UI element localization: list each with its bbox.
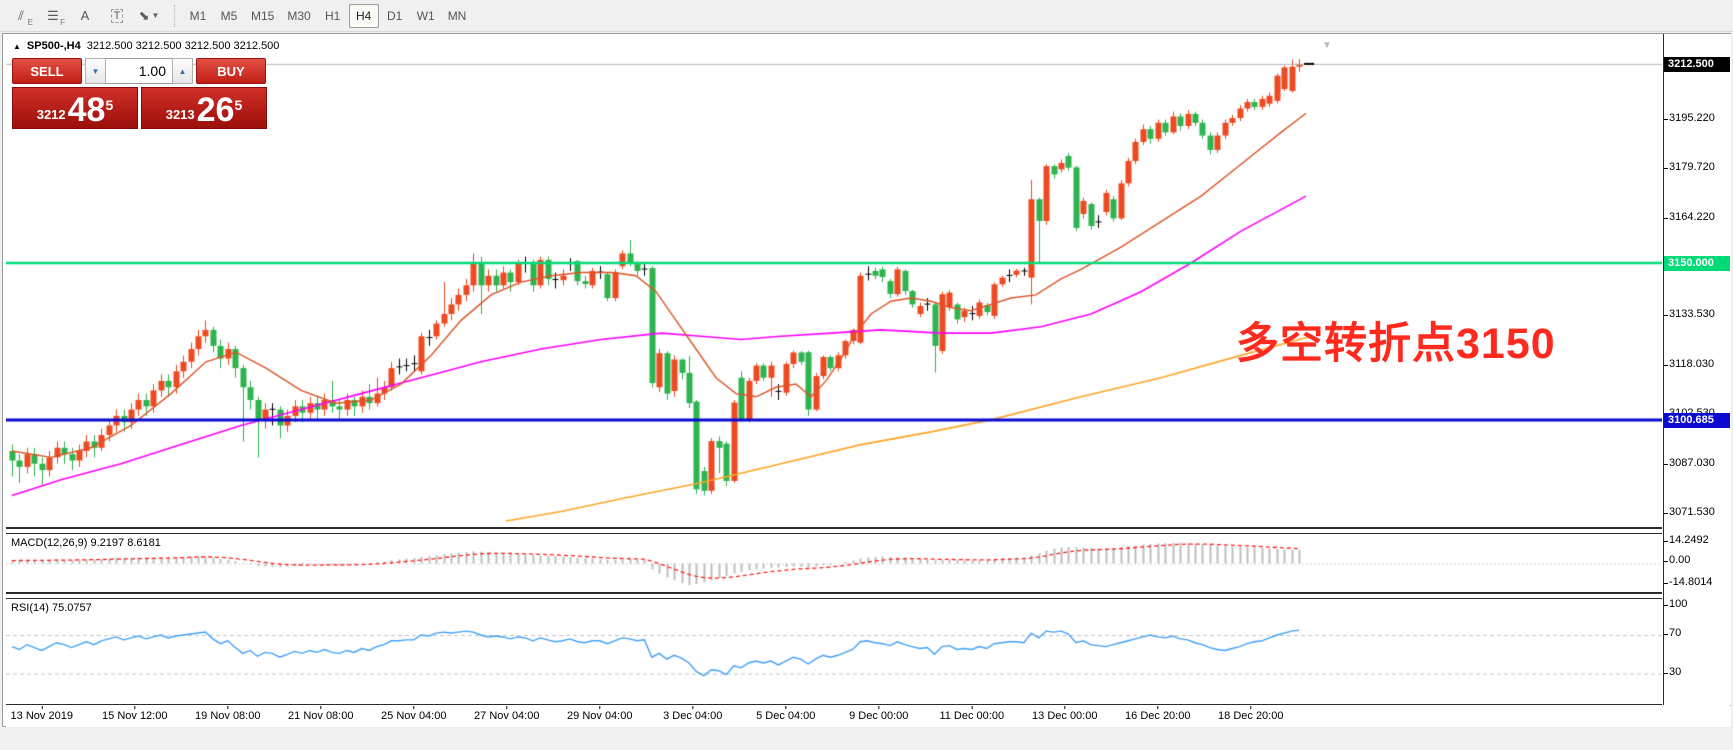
time-tick-label: 21 Nov 08:00 <box>288 710 353 722</box>
rsi-canvas[interactable] <box>6 599 1662 704</box>
time-tick-label: 9 Dec 00:00 <box>849 710 908 722</box>
time-tick-label: 11 Dec 00:00 <box>939 710 1004 722</box>
rsi-scale-label: 70 <box>1669 627 1681 639</box>
current-price-badge: 3212.500 <box>1664 57 1730 72</box>
timeframe-button-d1[interactable]: D1 <box>380 4 410 28</box>
timeframe-button-m1[interactable]: M1 <box>183 4 213 28</box>
rsi-scale-label: 100 <box>1669 598 1687 610</box>
volume-input[interactable] <box>106 58 172 84</box>
time-tick-label: 19 Nov 08:00 <box>195 710 260 722</box>
fibonacci-icon[interactable]: ☰F <box>38 4 68 28</box>
price-axis[interactable]: 3210.7203195.2203179.7203164.2203148.720… <box>1663 34 1731 705</box>
time-tick-label: 13 Dec 00:00 <box>1032 710 1097 722</box>
timeframe-button-mn[interactable]: MN <box>442 4 473 28</box>
price-tick-label: 3133.530 <box>1669 308 1715 320</box>
macd-scale-label: 0.00 <box>1669 554 1690 566</box>
sell-price-panel[interactable]: 3212 48 5 <box>12 87 138 129</box>
window-bottom-strip <box>0 728 1733 750</box>
rsi-label: RSI(14) 75.0757 <box>11 602 92 614</box>
rsi-scale-label: 30 <box>1669 666 1681 678</box>
time-tick-label: 13 Nov 2019 <box>11 710 73 722</box>
chart-title: ▲ SP500-,H4 3212.500 3212.500 3212.500 3… <box>13 40 279 52</box>
time-tick-label: 5 Dec 04:00 <box>756 710 815 722</box>
arrows-tool-icon[interactable]: ⬊▼ <box>134 4 164 28</box>
symbol-label: SP500-,H4 <box>27 40 81 52</box>
buy-button[interactable]: BUY <box>196 58 266 84</box>
toolbar-separator <box>174 5 175 27</box>
macd-label: MACD(12,26,9) 9.2197 8.6181 <box>11 537 161 549</box>
text-t-glyph: T <box>111 9 124 23</box>
chart-annotation-text: 多空转折点3150 <box>1236 309 1556 371</box>
time-tick-label: 3 Dec 04:00 <box>663 710 722 722</box>
arrows-glyph: ⬊ <box>139 8 150 24</box>
sell-price-big: 48 <box>68 95 106 125</box>
ohlc-quotes: 3212.500 3212.500 3212.500 3212.500 <box>87 40 280 52</box>
chart-window: ▲ SP500-,H4 3212.500 3212.500 3212.500 3… <box>2 33 1731 727</box>
text-box-icon[interactable]: T <box>102 4 132 28</box>
timeframe-button-h4[interactable]: H4 <box>349 4 379 28</box>
fibo-sub-label: F <box>60 18 65 27</box>
volume-decrease-button[interactable]: ▼ <box>85 58 106 84</box>
text-a-glyph: A <box>81 8 90 23</box>
price-tick-label: 3164.220 <box>1669 211 1715 223</box>
fibo-glyph: ☰ <box>47 8 59 24</box>
one-click-trading-panel: SELL ▼ ▲ BUY 3212 48 5 3213 26 5 <box>12 58 268 129</box>
timeframe-button-group: M1M5M15M30H1H4D1W1MN <box>183 4 473 28</box>
volume-increase-button[interactable]: ▲ <box>172 58 193 84</box>
buy-price-panel[interactable]: 3213 26 5 <box>141 87 267 129</box>
rsi-indicator-pane[interactable]: RSI(14) 75.0757 <box>6 598 1662 705</box>
support-price-badge: 3100.685 <box>1664 413 1730 428</box>
trading-terminal: { "toolbar": { "tools": [ {"name":"equid… <box>0 0 1733 750</box>
macd-scale-label: -14.8014 <box>1669 576 1712 588</box>
sell-price-sup: 5 <box>105 88 113 122</box>
channel-sub-label: E <box>28 18 33 27</box>
buy-price-big: 26 <box>197 95 235 125</box>
time-tick-label: 29 Nov 04:00 <box>567 710 632 722</box>
timeframe-button-w1[interactable]: W1 <box>411 4 441 28</box>
time-tick-label: 15 Nov 12:00 <box>102 710 167 722</box>
timeframe-button-m5[interactable]: M5 <box>214 4 244 28</box>
timeframe-button-m15[interactable]: M15 <box>245 4 280 28</box>
top-toolbar: ⫽E ☰F A T ⬊▼ M1M5M15M30H1H4D1W1MN <box>0 0 1733 32</box>
time-axis[interactable]: 13 Nov 2019 15 Nov 12:00 19 Nov 08:00 21 No… <box>6 706 1731 727</box>
macd-indicator-pane[interactable]: MACD(12,26,9) 9.2197 8.6181 <box>6 533 1662 594</box>
text-label-icon[interactable]: A <box>70 4 100 28</box>
price-tick-label: 3071.530 <box>1669 506 1715 518</box>
price-tick-label: 3179.720 <box>1669 161 1715 173</box>
one-click-trading-arrow-icon[interactable]: ▲ <box>13 42 21 51</box>
price-tick-label: 3118.030 <box>1669 358 1714 370</box>
timeframe-button-m30[interactable]: M30 <box>281 4 316 28</box>
time-tick-label: 27 Nov 04:00 <box>474 710 539 722</box>
timeframe-button-h1[interactable]: H1 <box>318 4 348 28</box>
buy-price-prefix: 3213 <box>166 105 195 125</box>
chart-shift-marker-icon[interactable]: ▼ <box>1322 40 1332 51</box>
resistance-price-badge: 3150.000 <box>1664 256 1730 271</box>
channel-glyph: ⫽ <box>18 8 24 24</box>
volume-stepper: ▼ ▲ <box>85 58 193 84</box>
macd-canvas[interactable] <box>6 534 1662 592</box>
time-tick-label: 16 Dec 20:00 <box>1125 710 1190 722</box>
price-chart-pane[interactable]: ▲ SP500-,H4 3212.500 3212.500 3212.500 3… <box>6 36 1662 529</box>
buy-price-sup: 5 <box>234 88 242 122</box>
price-tick-label: 3087.030 <box>1669 457 1715 469</box>
time-tick-label: 25 Nov 04:00 <box>381 710 446 722</box>
equidistant-channel-icon[interactable]: ⫽E <box>6 4 36 28</box>
sell-price-prefix: 3212 <box>37 105 66 125</box>
time-tick-label: 18 Dec 20:00 <box>1218 710 1283 722</box>
price-tick-label: 3195.220 <box>1669 112 1715 124</box>
macd-scale-label: 14.2492 <box>1669 534 1709 546</box>
chevron-down-icon[interactable]: ▼ <box>151 11 159 20</box>
sell-button[interactable]: SELL <box>12 58 82 84</box>
